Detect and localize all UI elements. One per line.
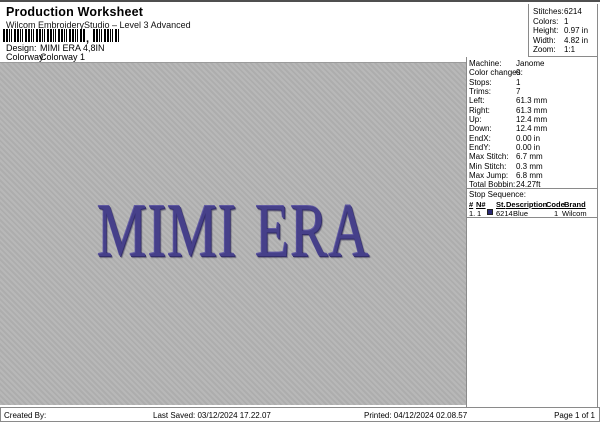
stat-zoom: Zoom: 1:1 [533, 45, 576, 55]
header: Production Worksheet Wilcom EmbroiderySt… [0, 2, 300, 62]
stat-width: Width: 4.82 in [533, 35, 589, 45]
stat-colors: Colors: 1 [533, 16, 569, 26]
cell-description: Blue [513, 209, 529, 218]
last-saved-text: Last Saved: 03/12/2024 17.22.07 [153, 411, 271, 420]
col-needle: N# [476, 200, 486, 209]
cell-brand: Wilcom [562, 209, 587, 218]
production-worksheet-page: Production Worksheet Wilcom EmbroiderySt… [0, 0, 600, 424]
colorway-label: Colorway: [6, 52, 47, 62]
info-machine: Machine: Janome [469, 59, 545, 68]
details-panel: Machine: Janome Color changes: 0 Stops: 1 T… [466, 57, 598, 407]
info-max-jump: Max Jump: 6.8 mm [469, 171, 543, 181]
col-brand: Brand [564, 200, 586, 209]
info-min-stitch: Min Stitch: 0.3 mm [469, 161, 543, 171]
cell-stitches: 6214 [496, 209, 513, 218]
page-title: Production Worksheet [6, 5, 144, 19]
stop-sequence-table: # N# St. Description Code Brand 1. 1 621… [467, 199, 597, 218]
summary-stats-box: Stitches: 6214 Colors: 1 Height: 0.97 in… [528, 4, 598, 57]
stop-sequence-section: Stop Sequence: # N# St. Description Code… [467, 188, 597, 218]
info-endx: EndX: 0.00 in [469, 133, 541, 143]
info-color-changes: Color changes: 0 [469, 68, 523, 78]
cell-number: 1. [469, 209, 476, 218]
barcode-separator: , [86, 33, 90, 45]
cell-needle: 1 [477, 209, 482, 218]
col-number: # [469, 200, 474, 209]
barcode-bars-left [3, 29, 85, 42]
col-code: Code [546, 200, 565, 209]
machine-info-list: Machine: Janome Color changes: 0 Stops: 1 T… [467, 57, 597, 190]
footer: Created By: Last Saved: 03/12/2024 17.22… [0, 407, 600, 422]
info-endy: EndY: 0.00 in [469, 143, 541, 153]
thread-color-swatch [487, 209, 493, 215]
info-stops: Stops: 1 [469, 77, 521, 87]
printed-text: Printed: 04/12/2024 02.08.57 [364, 411, 468, 420]
info-trims: Trims: 7 [469, 87, 521, 97]
info-up: Up: 12.4 mm [469, 115, 548, 125]
info-max-stitch: Max Stitch: 6.7 mm [469, 152, 543, 162]
cell-code: 1 [554, 209, 559, 218]
design-canvas: MIMI ERA [0, 62, 466, 405]
stat-stitches: Stitches: 6214 [533, 7, 582, 16]
created-by-label: Created By: [4, 411, 47, 420]
info-down: Down: 12.4 mm [469, 124, 548, 134]
colorway-name: Colorway 1 [40, 52, 86, 62]
embroidery-text: MIMI ERA [96, 189, 370, 273]
info-left: Left: 61.3 mm [469, 96, 548, 106]
embroidery-design: MIMI ERA [0, 193, 466, 269]
stat-height: Height: 0.97 in [533, 26, 589, 36]
barcode: , [3, 29, 120, 45]
stop-sequence-title: Stop Sequence: [469, 190, 526, 199]
barcode-bars-right [93, 29, 120, 42]
col-stitches: St. [496, 200, 506, 209]
col-description: Description [506, 200, 548, 209]
page-number: Page 1 of 1 [554, 411, 595, 420]
info-right: Right: 61.3 mm [469, 105, 548, 115]
colorway-row: Colorway: Colorway 1 [6, 52, 286, 62]
